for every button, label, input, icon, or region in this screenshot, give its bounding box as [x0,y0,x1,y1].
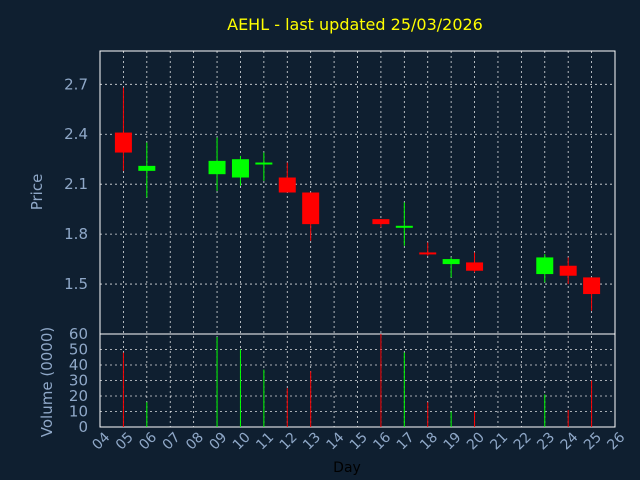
volume-tick-label: 50 [69,341,88,359]
candle-body [138,165,156,171]
x-tick-label: 22 [511,429,535,453]
x-axis-label: Day [333,460,361,476]
x-tick-label: 06 [136,429,160,453]
x-tick-label: 21 [487,429,511,453]
x-tick-label: 14 [324,429,348,453]
x-tick-label: 15 [347,429,371,453]
y-axis-label-price: Price [28,174,46,211]
volume-tick-label: 20 [69,387,88,405]
candle-body [466,262,484,271]
price-tick-label: 2.7 [64,75,88,93]
x-tick-label: 13 [300,429,324,453]
volume-tick-label: 30 [69,372,88,390]
x-tick-label: 04 [89,429,113,453]
volume-tick-label: 40 [69,356,88,374]
candle-body [255,162,273,165]
grid-lines [99,51,616,427]
price-tick-label: 2.1 [64,175,88,193]
volume-tick-label: 0 [78,418,88,436]
x-tick-label: 12 [277,429,301,453]
x-tick-label: 05 [113,429,137,453]
x-tick-label: 10 [230,429,254,453]
candle-body [231,159,249,178]
x-tick-label: 19 [441,429,465,453]
candle-body [395,225,413,228]
x-tick-label: 18 [417,429,441,453]
x-tick-label: 08 [183,429,207,453]
x-tick-label: 07 [160,429,184,453]
price-tick-label: 2.4 [64,125,88,143]
x-tick-label: 17 [394,429,418,453]
volume-tick-label: 10 [69,403,88,421]
candle-body [583,277,601,295]
candle-body [442,259,460,265]
candle-body [302,192,320,225]
x-tick-label: 24 [558,429,582,453]
chart-canvas: AEHL - last updated 25/03/2026 04 05 06 07 0… [28,15,628,476]
candle-body [114,132,132,153]
candle-body [278,177,296,193]
candle-body [208,160,226,175]
x-tick-label: 09 [206,429,230,453]
y-axis-label-volume: Volume (0000) [38,327,56,437]
candle-body [559,265,577,276]
x-tick-label: 11 [253,429,277,453]
x-tick-label: 25 [581,429,605,453]
x-tick-label: 16 [370,429,394,453]
volume-tick-label: 60 [69,325,88,343]
price-tick-label: 1.5 [64,275,88,293]
x-tick-label: 23 [534,429,558,453]
candle-body [419,252,437,255]
x-tick-label: 26 [604,429,628,453]
price-tick-label: 1.8 [64,225,88,243]
chart-title: AEHL - last updated 25/03/2026 [227,15,483,34]
candle-body [372,219,390,225]
candle-body [536,257,554,275]
x-tick-label: 20 [464,429,488,453]
